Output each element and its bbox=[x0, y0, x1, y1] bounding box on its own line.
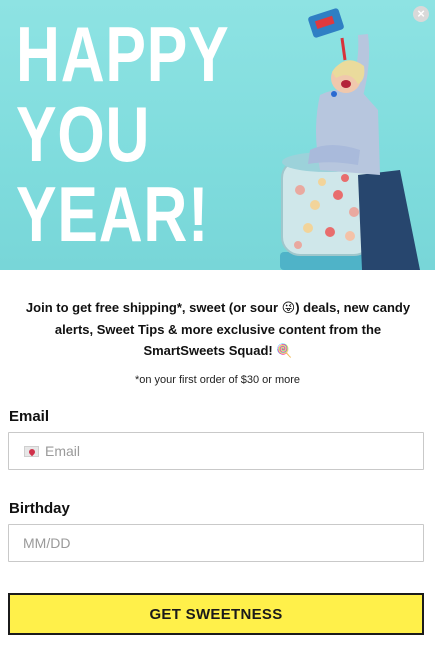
headline-line-2: YOU bbox=[16, 90, 151, 178]
hero-banner: HAPPY YOU YEAR! × bbox=[0, 0, 435, 270]
birthday-input[interactable] bbox=[8, 524, 424, 562]
lollipop-emoji-icon: 🍭 bbox=[276, 344, 293, 359]
headline-line-1: HAPPY bbox=[16, 10, 230, 98]
woman-eating-candy-photo bbox=[280, 8, 420, 270]
intro-text-part-1: Join to get free shipping*, sweet (or so… bbox=[25, 300, 282, 315]
email-field-wrapper bbox=[8, 432, 424, 470]
birthday-label: Birthday bbox=[9, 500, 70, 517]
close-icon[interactable]: × bbox=[413, 6, 429, 22]
get-sweetness-button[interactable]: GET SWEETNESS bbox=[8, 593, 424, 635]
love-letter-icon bbox=[24, 446, 39, 457]
headline-line-3: YEAR! bbox=[16, 170, 210, 258]
hero-headline: HAPPY YOU YEAR! bbox=[16, 14, 230, 254]
intro-text: Join to get free shipping*, sweet (or so… bbox=[18, 297, 418, 362]
email-input[interactable] bbox=[8, 432, 424, 470]
winking-tongue-emoji-icon: 😜 bbox=[281, 301, 296, 316]
email-label: Email bbox=[9, 408, 50, 425]
shipping-fineprint: *on your first order of $30 or more bbox=[134, 374, 301, 386]
